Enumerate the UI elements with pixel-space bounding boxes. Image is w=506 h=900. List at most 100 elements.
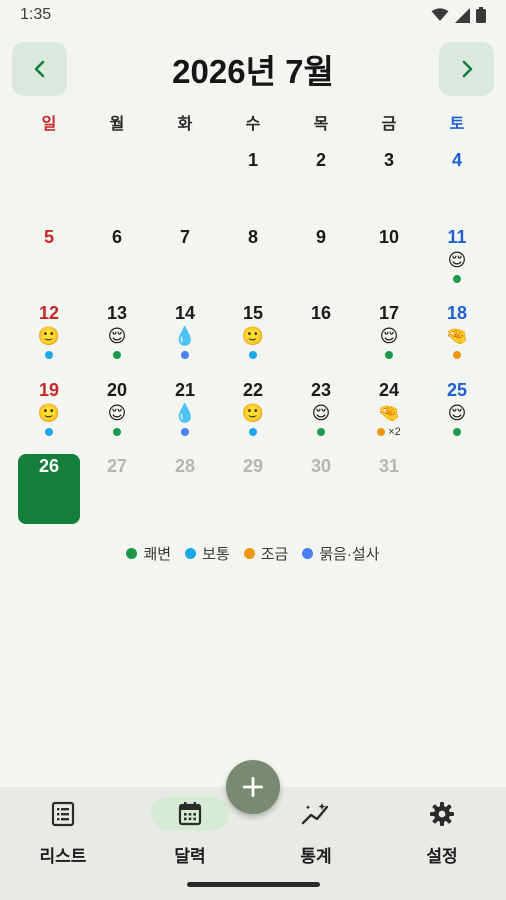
mood-emoji: 😌 xyxy=(447,402,467,423)
record-dot xyxy=(181,427,189,436)
record-dots xyxy=(453,349,461,361)
list-icon xyxy=(51,801,75,826)
plus-icon xyxy=(243,777,263,797)
calendar-day[interactable]: 4 xyxy=(423,144,491,221)
calendar-day[interactable]: 15 🙂 xyxy=(219,297,287,374)
day-number: 30 xyxy=(310,456,332,476)
calendar-day[interactable]: 31 xyxy=(355,450,423,527)
calendar-day-today[interactable]: 26 xyxy=(15,450,83,527)
mood-emoji: 🙂 xyxy=(37,326,61,346)
nav-settings[interactable]: 설정 xyxy=(397,797,487,867)
calendar-day[interactable]: 19 🙂 xyxy=(15,374,83,451)
record-dot xyxy=(45,427,53,436)
calendar-day[interactable]: 5 xyxy=(15,221,83,298)
calendar-day[interactable]: 27 xyxy=(83,450,151,527)
day-number: 26 xyxy=(38,456,60,476)
mood-emoji: 😌 xyxy=(379,326,399,346)
calendar-day[interactable]: 24 🤏 ×2 xyxy=(355,374,423,451)
month-header: 2026년 7월 xyxy=(12,42,494,96)
prev-month-button[interactable] xyxy=(12,42,67,96)
calendar-day[interactable]: 1 xyxy=(219,144,287,221)
day-number: 2 xyxy=(315,150,326,170)
mood-emoji: 🤏 xyxy=(445,326,469,346)
add-record-button[interactable] xyxy=(226,760,280,814)
calendar-day[interactable]: 16 xyxy=(287,297,355,374)
calendar-day[interactable]: 29 xyxy=(219,450,287,527)
legend-dot xyxy=(126,547,138,559)
day-number: 29 xyxy=(242,456,264,476)
record-dot xyxy=(385,351,393,359)
status-icons xyxy=(431,7,486,23)
day-number: 7 xyxy=(179,226,190,247)
calendar-day[interactable]: 10 xyxy=(355,221,423,298)
calendar-grid: 1 2 3 4 5 6 7 8 9 10 11 😌 12 🙂 13 😌 14 💧 15 🙂 16 17 😌 18 🤏 19 🙂 20 😌… xyxy=(15,144,491,527)
weekday-label: 금 xyxy=(381,116,397,133)
weekday-label: 화 xyxy=(177,116,193,133)
weekday-row: 일 월 화 수 목 금 토 xyxy=(15,112,491,138)
calendar-day[interactable]: 21 💧 xyxy=(151,374,219,451)
record-dots xyxy=(453,273,461,285)
weekday-label: 목 xyxy=(313,116,329,133)
record-dot xyxy=(453,274,461,283)
legend-item: 조금 xyxy=(243,543,289,564)
legend-label: 보통 xyxy=(202,545,230,563)
calendar-day[interactable]: 8 xyxy=(219,221,287,298)
mood-emoji: 😌 xyxy=(447,249,467,270)
nav-icon-wrap xyxy=(24,797,102,830)
record-dot xyxy=(377,427,386,436)
nav-stats[interactable]: 통계 xyxy=(271,797,361,867)
nav-icon-wrap xyxy=(403,797,481,830)
calendar-day[interactable]: 17 😌 xyxy=(355,297,423,374)
calendar-day[interactable]: 25 😌 xyxy=(423,374,491,451)
day-number: 10 xyxy=(378,226,400,247)
nav-list[interactable]: 리스트 xyxy=(18,797,108,867)
nav-label: 달력 xyxy=(174,847,206,866)
record-dots xyxy=(385,349,393,361)
calendar-day[interactable]: 28 xyxy=(151,450,219,527)
record-dot xyxy=(45,351,53,359)
record-dots xyxy=(317,426,325,438)
legend-label: 조금 xyxy=(260,545,289,563)
calendar-day[interactable]: 2 xyxy=(287,144,355,221)
calendar-day[interactable]: 6 xyxy=(83,221,151,298)
mood-emoji: 😌 xyxy=(107,402,127,423)
calendar-day[interactable]: 3 xyxy=(355,144,423,221)
calendar-day[interactable]: 14 💧 xyxy=(151,297,219,374)
calendar-day[interactable]: 7 xyxy=(151,221,219,298)
record-dot xyxy=(249,427,257,436)
mood-emoji: 😌 xyxy=(311,402,331,423)
battery-icon xyxy=(476,7,486,23)
calendar-day[interactable]: 23 😌 xyxy=(287,374,355,451)
wifi-icon xyxy=(431,8,449,21)
calendar-day[interactable]: 22 🙂 xyxy=(219,374,287,451)
month-title: 2026년 7월 xyxy=(172,53,334,90)
chevron-right-icon xyxy=(462,60,472,78)
legend: 쾌변 보통 조금 묽음·설사 xyxy=(0,541,506,565)
calendar-day[interactable]: 13 😌 xyxy=(83,297,151,374)
record-dots xyxy=(181,426,189,438)
record-dots xyxy=(113,349,121,361)
day-number: 9 xyxy=(315,226,326,247)
record-dot xyxy=(181,351,189,359)
legend-dot xyxy=(185,547,197,559)
next-month-button[interactable] xyxy=(439,42,494,96)
day-number: 17 xyxy=(378,303,400,323)
weekday-label: 일 xyxy=(41,116,57,133)
day-number: 20 xyxy=(106,379,128,400)
record-dots xyxy=(249,426,257,438)
calendar-empty-cell xyxy=(15,144,83,221)
mood-emoji: 😌 xyxy=(107,326,127,346)
legend-item: 묽음·설사 xyxy=(302,543,380,564)
nav-calendar[interactable]: 달력 xyxy=(145,797,235,867)
day-number: 3 xyxy=(383,150,394,170)
weekday-label: 수 xyxy=(245,116,261,133)
calendar-day[interactable]: 12 🙂 xyxy=(15,297,83,374)
mood-emoji: 🤏 xyxy=(377,402,401,423)
calendar-day[interactable]: 11 😌 xyxy=(423,221,491,298)
record-dot xyxy=(249,351,257,359)
record-count: ×2 xyxy=(388,425,401,438)
calendar-day[interactable]: 30 xyxy=(287,450,355,527)
calendar-day[interactable]: 9 xyxy=(287,221,355,298)
calendar-day[interactable]: 18 🤏 xyxy=(423,297,491,374)
calendar-day[interactable]: 20 😌 xyxy=(83,374,151,451)
